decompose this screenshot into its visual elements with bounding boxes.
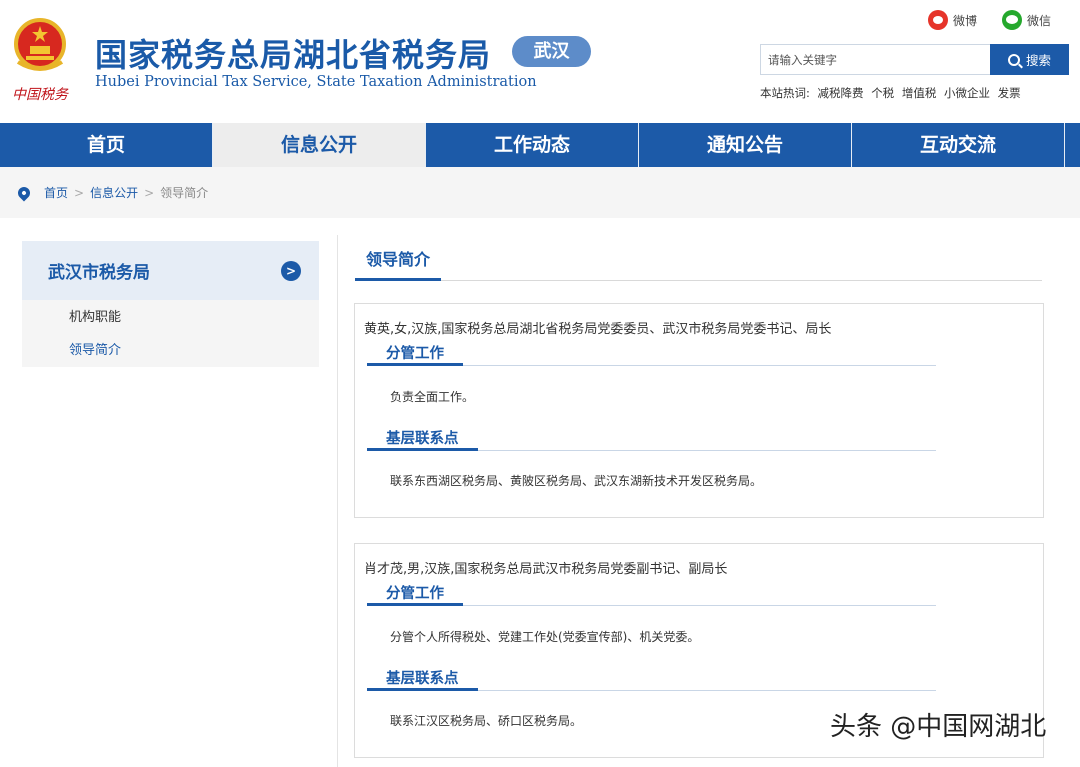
- site-header: 中国税务 国家税务总局湖北省税务局 武汉 Hubei Provincial Ta…: [0, 0, 1080, 123]
- nav-item-info-disclosure[interactable]: 信息公开: [213, 123, 426, 167]
- breadcrumb-current: 领导简介: [160, 186, 209, 200]
- chevron-right-icon: >: [74, 185, 85, 200]
- sidebar-item-leaders[interactable]: 领导简介: [22, 334, 319, 367]
- hot-word-link[interactable]: 发票: [998, 86, 1021, 100]
- site-subtitle: Hubei Provincial Tax Service, State Taxa…: [95, 74, 537, 90]
- site-title[interactable]: 国家税务总局湖北省税务局: [95, 30, 491, 76]
- search-input[interactable]: [760, 44, 991, 75]
- nav-item-interaction[interactable]: 互动交流: [852, 123, 1065, 167]
- search-button-label: 搜索: [1025, 53, 1051, 68]
- section-title: 分管工作: [367, 342, 936, 366]
- hot-words: 本站热词: 减税降费 个税 增值税 小微企业 发票: [760, 85, 1025, 101]
- duty-title: 分管工作: [367, 582, 463, 606]
- location-pin-icon: [15, 184, 33, 201]
- chevron-right-icon: >: [281, 260, 301, 281]
- contact-text: 联系江汉区税务局、硚口区税务局。: [390, 714, 583, 728]
- duty-text: 负责全面工作。: [390, 390, 475, 404]
- sidebar-item-functions[interactable]: 机构职能: [22, 301, 319, 334]
- weibo-icon: [928, 10, 948, 30]
- wechat-link[interactable]: 微信: [1002, 10, 1051, 30]
- leader-bio: 肖才茂,男,汉族,国家税务总局武汉市税务局党委副书记、副局长: [364, 562, 728, 577]
- section-title: 基层联系点: [367, 427, 936, 451]
- wechat-label: 微信: [1027, 13, 1052, 28]
- hot-word-link[interactable]: 增值税: [902, 86, 937, 100]
- section-title: 基层联系点: [367, 667, 936, 691]
- tax-seal-text: 中国税务: [12, 87, 68, 103]
- wechat-icon: [1002, 10, 1022, 30]
- content-title: 领导简介: [355, 246, 1042, 281]
- city-badge: 武汉: [512, 36, 591, 67]
- duty-text: 分管个人所得税处、党建工作处(党委宣传部)、机关党委。: [390, 630, 700, 644]
- sidebar: 武汉市税务局 > 机构职能 领导简介: [22, 241, 319, 367]
- watermark: 头条 @中国网湖北: [830, 712, 1047, 742]
- page-title: 领导简介: [355, 246, 442, 281]
- hot-word-link[interactable]: 个税: [871, 86, 894, 100]
- nav-item-notices[interactable]: 通知公告: [639, 123, 852, 167]
- hot-words-label: 本站热词:: [760, 86, 810, 100]
- breadcrumb-info-disclosure[interactable]: 信息公开: [90, 184, 138, 201]
- breadcrumb-home[interactable]: 首页: [44, 184, 68, 201]
- sidebar-title: 武汉市税务局: [48, 263, 150, 283]
- hot-word-link[interactable]: 小微企业: [944, 86, 990, 100]
- weibo-label: 微博: [953, 13, 978, 28]
- section-title: 分管工作: [367, 582, 936, 606]
- leader-card: 黄英,女,汉族,国家税务总局湖北省税务局党委委员、武汉市税务局党委书记、局长 分…: [354, 303, 1044, 518]
- chevron-right-icon: >: [144, 185, 155, 200]
- national-emblem-icon: [14, 18, 66, 71]
- contact-text: 联系东西湖区税务局、黄陂区税务局、武汉东湖新技术开发区税务局。: [390, 474, 763, 488]
- duty-title: 分管工作: [367, 342, 463, 366]
- weibo-link[interactable]: 微博: [928, 10, 977, 30]
- main-nav: 首页 信息公开 工作动态 通知公告 互动交流: [0, 123, 1080, 167]
- hot-word-link[interactable]: 减税降费: [818, 86, 864, 100]
- breadcrumb: 首页 > 信息公开 > 领导简介: [0, 167, 1080, 218]
- sidebar-header[interactable]: 武汉市税务局 >: [22, 241, 319, 300]
- nav-item-home[interactable]: 首页: [0, 123, 213, 167]
- search-button[interactable]: 搜索: [990, 44, 1069, 75]
- nav-item-work-news[interactable]: 工作动态: [426, 123, 639, 167]
- contact-title: 基层联系点: [367, 667, 478, 691]
- search-icon: [1007, 53, 1020, 66]
- divider: [337, 235, 338, 767]
- leader-bio: 黄英,女,汉族,国家税务总局湖北省税务局党委委员、武汉市税务局党委书记、局长: [364, 322, 832, 337]
- contact-title: 基层联系点: [367, 427, 478, 451]
